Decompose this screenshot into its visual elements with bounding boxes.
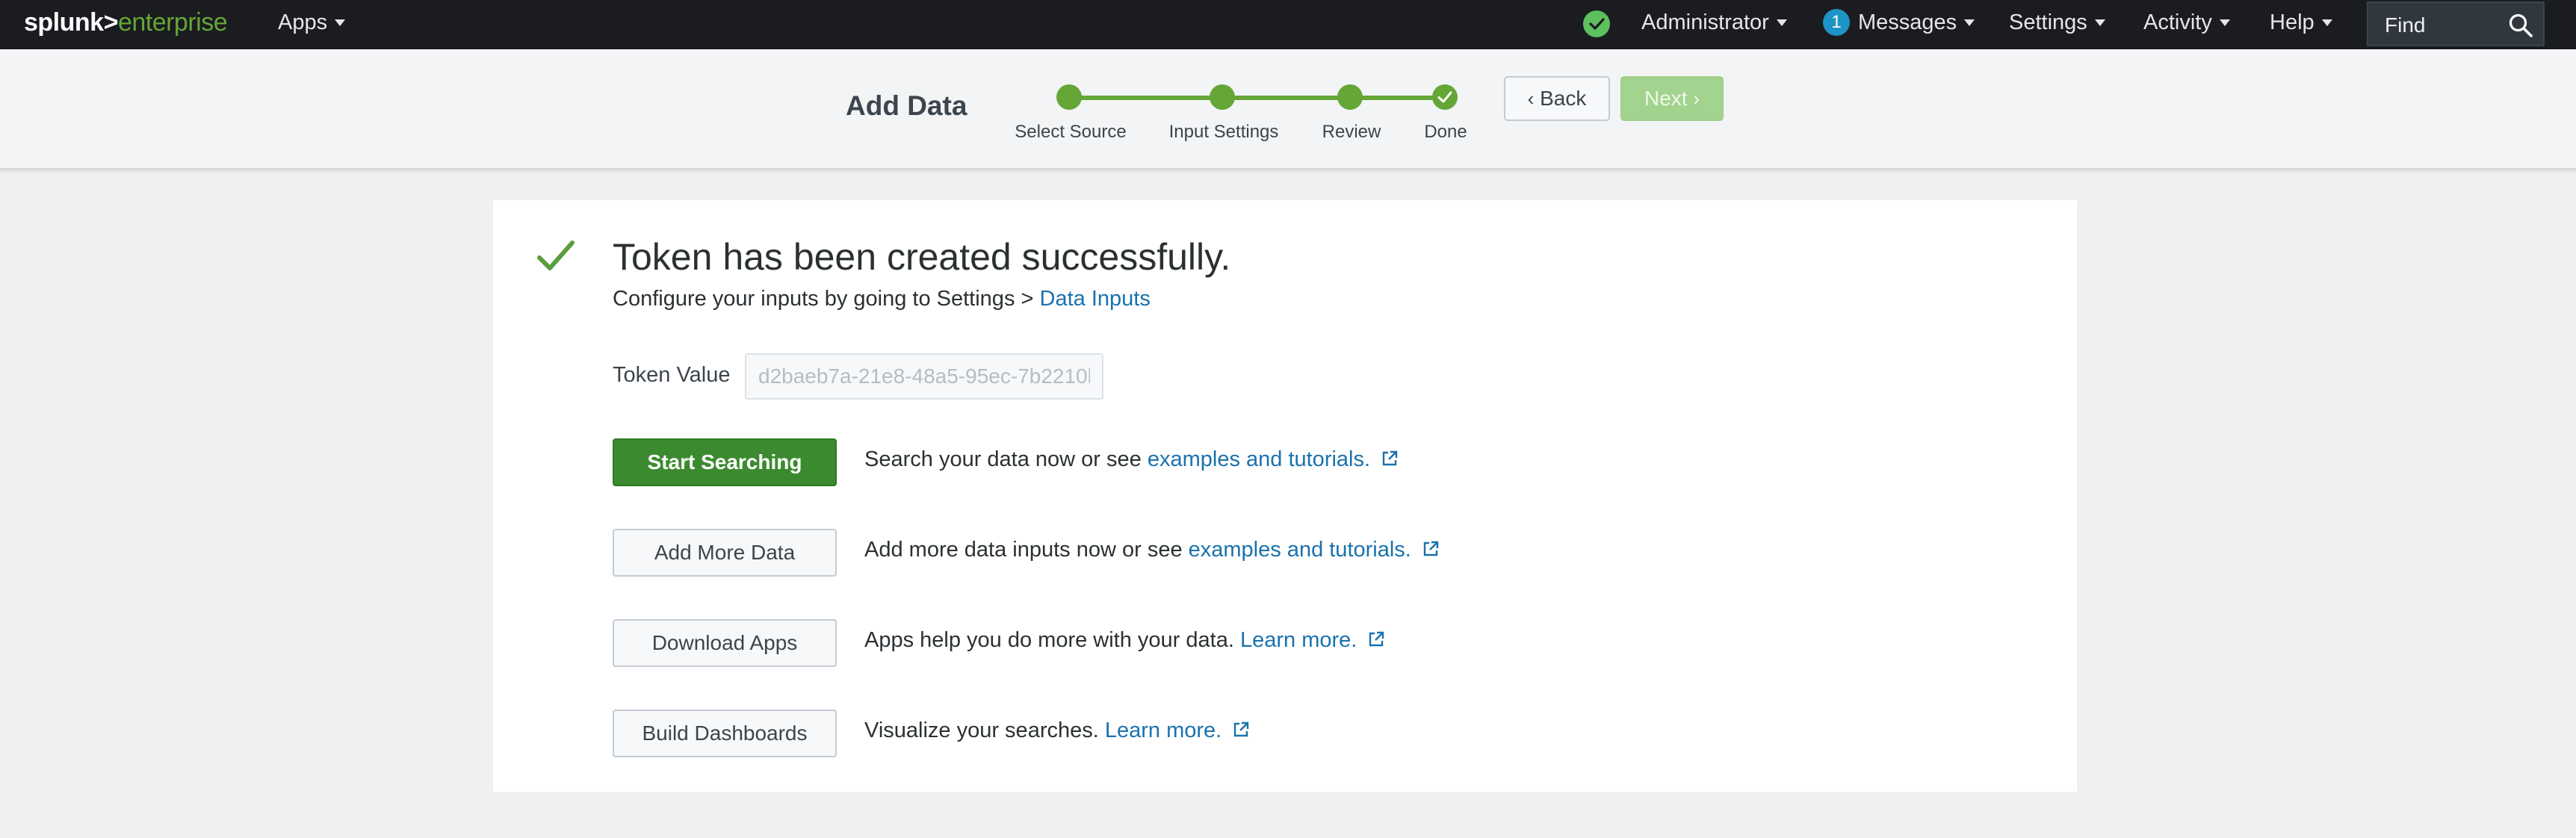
token-value-label: Token Value xyxy=(613,363,731,387)
help-menu[interactable]: Help xyxy=(2270,9,2332,36)
configure-inputs-text: Configure your inputs by going to Settin… xyxy=(613,285,1151,312)
start-searching-text: Search your data now or see xyxy=(864,447,1148,471)
start-searching-button[interactable]: Start Searching xyxy=(613,438,837,486)
step-label-input-settings: Input Settings xyxy=(1168,122,1279,142)
add-more-data-text: Add more data inputs now or see xyxy=(864,538,1189,562)
back-button[interactable]: ‹ Back xyxy=(1504,76,1610,121)
build-dashboards-description: Visualize your searches. Learn more. xyxy=(864,717,1250,744)
step-label-done: Done xyxy=(1424,122,1467,142)
token-value-field[interactable] xyxy=(745,353,1103,400)
start-searching-description: Search your data now or see examples and… xyxy=(864,446,1399,473)
messages-menu-label: Messages xyxy=(1858,10,1957,34)
apps-menu[interactable]: Apps xyxy=(278,9,346,36)
success-headline: Token has been created successfully. xyxy=(613,236,1231,278)
splunk-logo[interactable]: splunk>enterprise xyxy=(24,7,228,37)
find-input[interactable] xyxy=(2383,12,2498,39)
download-apps-text: Apps help you do more with your data. xyxy=(864,628,1240,652)
external-link-icon[interactable] xyxy=(1381,450,1399,468)
step-dot-review xyxy=(1337,84,1363,110)
user-menu[interactable]: Administrator xyxy=(1641,9,1787,36)
chevron-right-icon: › xyxy=(1693,87,1700,110)
chevron-left-icon: ‹ xyxy=(1527,87,1535,110)
logo-product: enterprise xyxy=(117,8,228,37)
success-panel: Token has been created successfully. Con… xyxy=(493,200,2077,792)
apps-menu-label: Apps xyxy=(278,10,328,34)
learn-more-link[interactable]: Learn more. xyxy=(1105,718,1222,742)
caret-down-icon xyxy=(1964,19,1975,26)
search-icon[interactable] xyxy=(2507,12,2534,39)
build-dashboards-text: Visualize your searches. xyxy=(864,718,1105,742)
add-more-data-description: Add more data inputs now or see examples… xyxy=(864,536,1440,563)
external-link-icon[interactable] xyxy=(1367,630,1385,648)
activity-menu-label: Activity xyxy=(2143,10,2212,34)
add-data-step-header: Add Data Select Source Input Settings Re… xyxy=(0,49,2576,170)
user-menu-label: Administrator xyxy=(1641,10,1769,34)
examples-tutorials-link[interactable]: examples and tutorials. xyxy=(1189,538,1411,562)
step-dot-done xyxy=(1432,84,1458,110)
logo-brand: splunk> xyxy=(24,8,118,37)
data-inputs-link[interactable]: Data Inputs xyxy=(1040,287,1151,311)
messages-count-badge[interactable]: 1 xyxy=(1823,9,1850,36)
add-more-data-button[interactable]: Add More Data xyxy=(613,529,837,577)
help-menu-label: Help xyxy=(2270,10,2315,34)
messages-menu[interactable]: Messages xyxy=(1858,9,1975,36)
activity-menu[interactable]: Activity xyxy=(2143,9,2230,36)
caret-down-icon xyxy=(2219,19,2230,26)
settings-menu-label: Settings xyxy=(2009,10,2087,34)
step-label-review: Review xyxy=(1322,122,1381,142)
find-search-box xyxy=(2367,1,2545,46)
external-link-icon[interactable] xyxy=(1422,540,1440,558)
caret-down-icon xyxy=(2094,19,2105,26)
caret-down-icon xyxy=(2321,19,2332,26)
download-apps-button[interactable]: Download Apps xyxy=(613,619,837,667)
step-dot-input-settings xyxy=(1210,84,1235,110)
next-button[interactable]: Next › xyxy=(1620,76,1724,121)
next-button-label: Next xyxy=(1644,87,1688,110)
caret-down-icon xyxy=(335,19,346,26)
caret-down-icon xyxy=(1776,19,1787,26)
page-title: Add Data xyxy=(846,90,967,121)
external-link-icon[interactable] xyxy=(1232,721,1250,739)
settings-menu[interactable]: Settings xyxy=(2009,9,2105,36)
configure-inputs-prefix: Configure your inputs by going to Settin… xyxy=(613,287,1040,311)
learn-more-link[interactable]: Learn more. xyxy=(1240,628,1357,652)
success-check-icon xyxy=(537,240,575,270)
download-apps-description: Apps help you do more with your data. Le… xyxy=(864,627,1385,654)
check-icon xyxy=(1437,91,1452,103)
back-button-label: Back xyxy=(1540,87,1587,110)
build-dashboards-button[interactable]: Build Dashboards xyxy=(613,710,837,757)
step-dot-select-source xyxy=(1056,84,1082,110)
step-progress-track xyxy=(1069,96,1445,100)
top-navigation-bar: splunk>enterprise Apps Administrator 1 M… xyxy=(0,0,2576,49)
examples-tutorials-link[interactable]: examples and tutorials. xyxy=(1148,447,1370,471)
health-status-icon[interactable] xyxy=(1583,10,1610,37)
step-label-select-source: Select Source xyxy=(1015,122,1127,142)
